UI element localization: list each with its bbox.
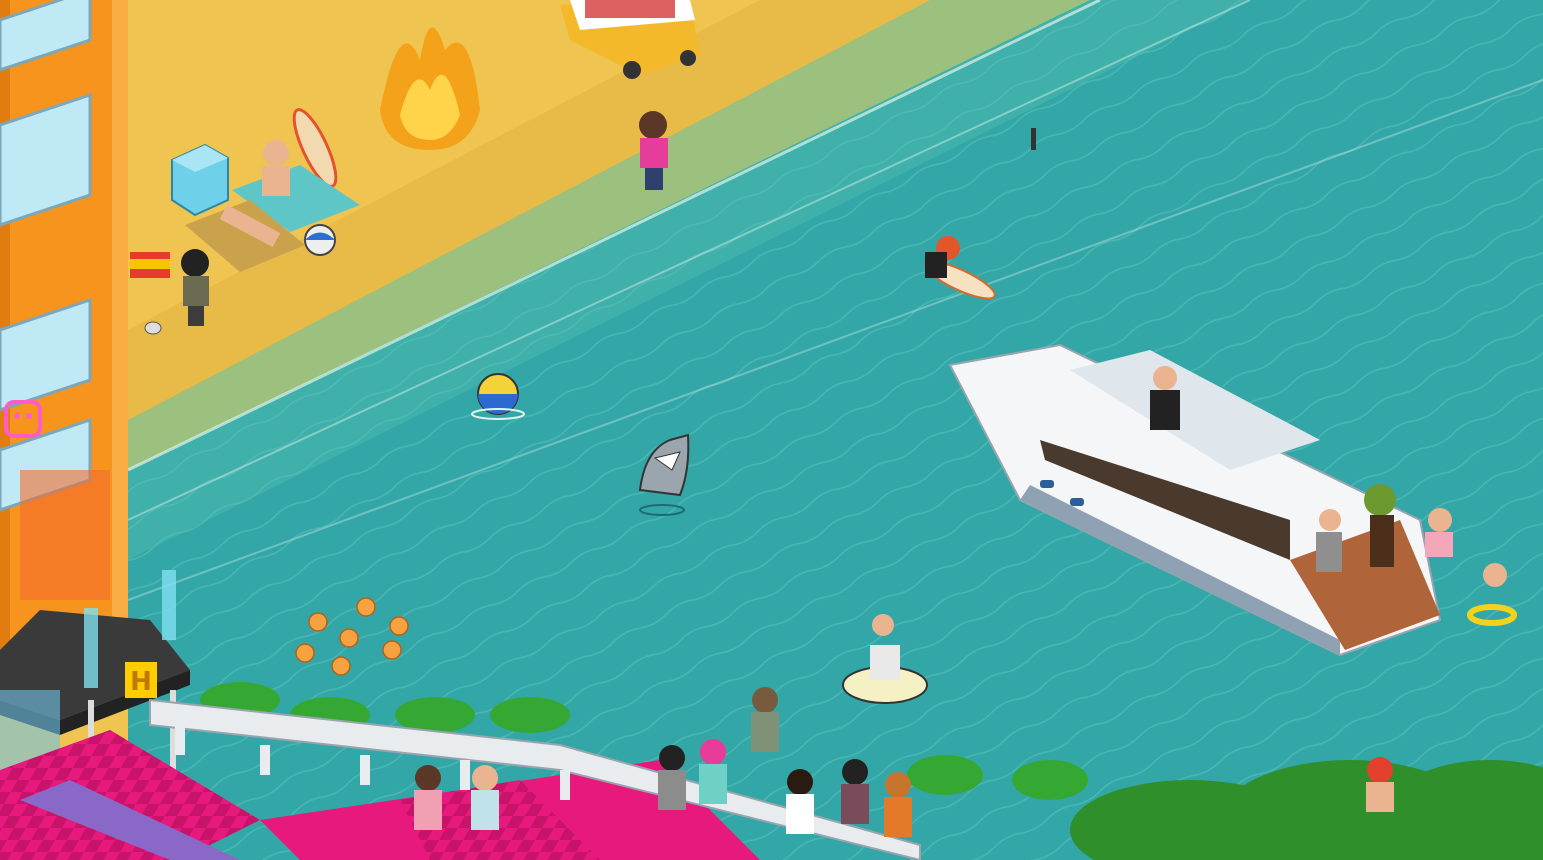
spain-flag-stripe: [130, 259, 170, 269]
avatar-yacht-captain[interactable]: [1150, 366, 1180, 430]
avatar-swimmer-1[interactable]: [1425, 508, 1453, 557]
cooler-icon: [171, 143, 229, 217]
hotel-building: [0, 0, 128, 700]
bird-icon: [144, 321, 162, 335]
canopy-sign: H: [125, 662, 157, 698]
game-scene[interactable]: H: [0, 0, 1543, 860]
hotel-dot-panel: [20, 470, 110, 600]
avatar-hedge-redhead[interactable]: [1366, 757, 1394, 812]
svg-text:H: H: [130, 667, 152, 697]
avatar-beach-sitting-towel[interactable]: [262, 140, 290, 196]
buoy-icon: [1031, 128, 1036, 150]
avatar-yacht-deck-1[interactable]: [1316, 509, 1342, 572]
